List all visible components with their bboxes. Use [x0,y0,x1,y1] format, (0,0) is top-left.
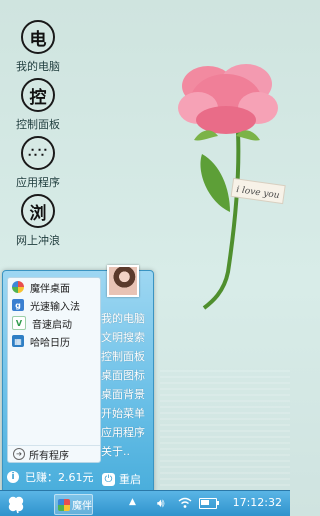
desktop-icon-my-computer[interactable]: 电 我的电脑 [8,20,68,74]
battery-icon[interactable] [199,498,219,509]
all-programs-label: 所有程序 [29,450,69,462]
link-wenming-search[interactable]: 文明搜索 [100,328,150,347]
menu-item-label: 音速启动 [32,319,72,331]
wifi-icon[interactable] [178,497,192,509]
yinsu-launch-icon: V [12,316,26,330]
link-desktop-icons[interactable]: 桌面图标 [100,366,150,385]
desktop-icon-label: 应用程序 [16,176,60,189]
user-avatar[interactable] [107,265,139,297]
apps-ink-icon: ∴∵ [21,136,55,170]
battery-level-fill [201,500,209,505]
browser-ink-icon: 浏 [21,194,55,228]
arrow-right-icon: ➔ [13,448,25,460]
desktop-icon-label: 控制面板 [16,118,60,131]
menu-item-label: 魔伴桌面 [30,283,70,295]
clock[interactable]: 17:12:32 [233,496,282,509]
link-about[interactable]: 关于.. [100,442,150,461]
computer-ink-icon: 电 [21,20,55,54]
menu-item-yinsu-launch[interactable]: V 音速启动 [8,314,100,332]
restart-label: 重启 [119,473,141,486]
taskbar-app-moban[interactable]: 魔伴 [54,494,93,515]
all-programs-button[interactable]: ➔ 所有程序 [8,445,100,462]
link-start-menu[interactable]: 开始菜单 [100,404,150,423]
start-menu: 魔伴桌面 g 光速输入法 V 音速启动 ▦ 哈哈日历 ➔ 所有程序 我的电脑 文… [2,265,154,492]
wallpaper-floor [160,370,290,490]
clover-start-icon[interactable] [6,494,26,514]
taskbar-app-label: 魔伴 [72,501,92,512]
menu-item-label: 哈哈日历 [30,337,70,349]
menu-item-haha-calendar[interactable]: ▦ 哈哈日历 [8,332,100,350]
desktop-icon-apps[interactable]: ∴∵ 应用程序 [8,136,68,190]
desktop-icon-control-panel[interactable]: 控 控制面板 [8,78,68,132]
calendar-icon: ▦ [12,335,24,347]
link-applications[interactable]: 应用程序 [100,423,150,442]
info-icon: i [7,471,19,483]
desktop-icon-browser[interactable]: 浏 网上冲浪 [8,194,68,248]
mobanzhuomian-icon [12,281,24,293]
tray-expand-icon[interactable]: ▲ [129,497,136,507]
earnings-status[interactable]: i 已赚：2.61元 [7,469,94,485]
volume-icon[interactable]: 🔊︎ [157,496,165,511]
wallpaper-flower-image: i love you [178,64,286,310]
desktop-icon-label: 我的电脑 [16,60,60,73]
menu-item-label: 光速输入法 [30,301,80,313]
taskbar: 魔伴 ▲ 🔊︎ 17:12:32 [0,490,290,516]
menu-item-mobanzhuomian[interactable]: 魔伴桌面 [8,278,100,296]
earnings-label: 已赚：2.61元 [25,471,94,484]
restart-button[interactable]: ⏻ 重启 [102,471,141,487]
link-my-computer[interactable]: 我的电脑 [100,309,150,328]
moban-app-icon [58,498,70,511]
control-panel-ink-icon: 控 [21,78,55,112]
start-menu-links: 我的电脑 文明搜索 控制面板 桌面图标 桌面背景 开始菜单 应用程序 关于.. [100,309,150,461]
menu-item-guangsu-input[interactable]: g 光速输入法 [8,296,100,314]
start-menu-program-list: 魔伴桌面 g 光速输入法 V 音速启动 ▦ 哈哈日历 ➔ 所有程序 [7,277,101,463]
link-desktop-background[interactable]: 桌面背景 [100,385,150,404]
power-icon: ⏻ [102,472,115,486]
desktop-icon-label: 网上冲浪 [16,234,60,247]
guangsu-input-icon: g [12,299,24,311]
link-control-panel[interactable]: 控制面板 [100,347,150,366]
